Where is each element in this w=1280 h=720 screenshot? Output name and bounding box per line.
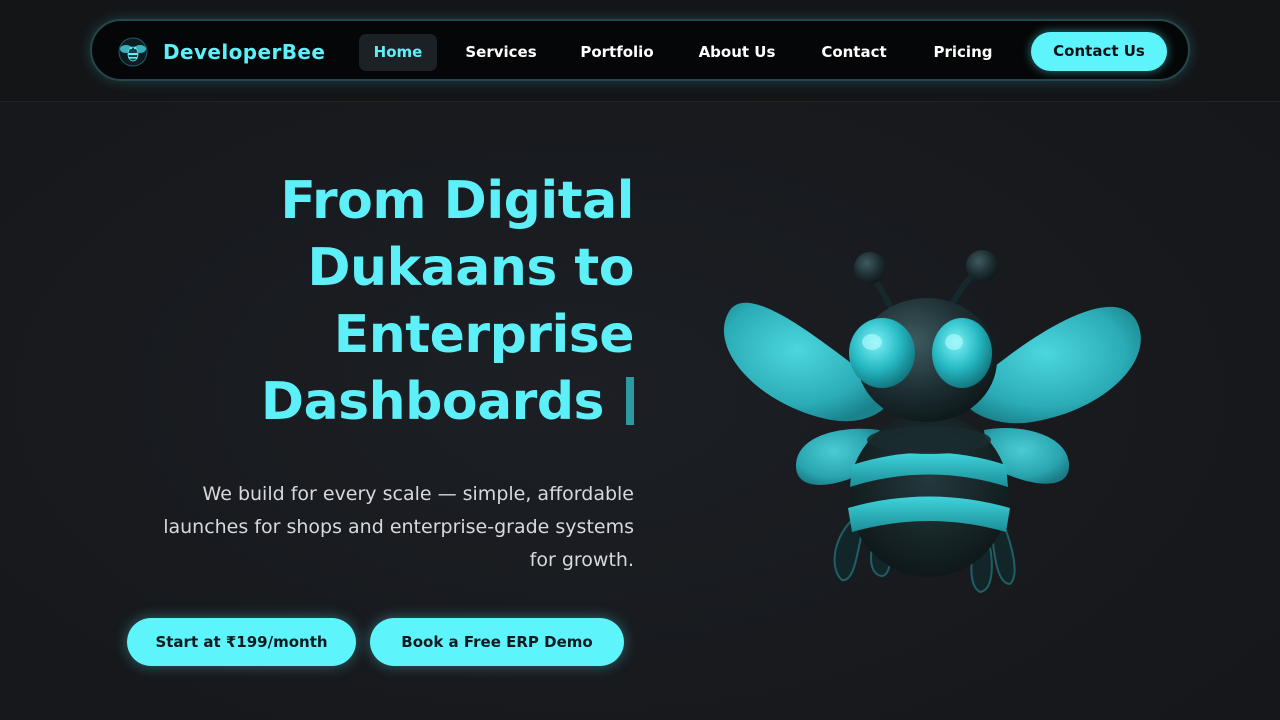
book-erp-demo-button[interactable]: Book a Free ERP Demo [370,618,624,666]
hero-title-line: Dashboards [260,372,605,432]
nav-services[interactable]: Services [454,34,548,71]
hero-title-line: Enterprise [333,305,635,365]
nav-contact[interactable]: Contact [808,34,900,71]
nav-home[interactable]: Home [359,34,437,71]
hero-subtitle-line: launches for shops and enterprise-grade … [163,516,634,538]
nav-about-us[interactable]: About Us [685,34,789,71]
contact-us-button[interactable]: Contact Us [1031,32,1167,71]
nav-pricing[interactable]: Pricing [919,34,1007,71]
page: DeveloperBee Home Services Portfolio Abo… [0,0,1280,720]
hero-subtitle: We build for every scale — simple, affor… [100,478,634,577]
nav-portfolio[interactable]: Portfolio [567,34,667,71]
main-navbar: DeveloperBee Home Services Portfolio Abo… [90,19,1190,81]
brand[interactable]: DeveloperBee [118,37,325,67]
bee-mascot-illustration [723,250,1141,594]
typing-cursor [626,377,634,425]
hero-title-last-line: Dashboards [200,369,634,436]
hero-subtitle-line: for growth. [529,549,634,571]
bee-logo-icon [118,37,148,67]
start-pricing-button[interactable]: Start at ₹199/month [127,618,356,666]
brand-name: DeveloperBee [163,40,326,64]
hero-title-line: Dukaans to [307,238,634,298]
hero-title-line: From Digital [280,171,634,231]
hero-title: From Digital Dukaans to Enterprise Dashb… [200,168,635,436]
hero-subtitle-line: We build for every scale — simple, affor… [202,483,634,505]
